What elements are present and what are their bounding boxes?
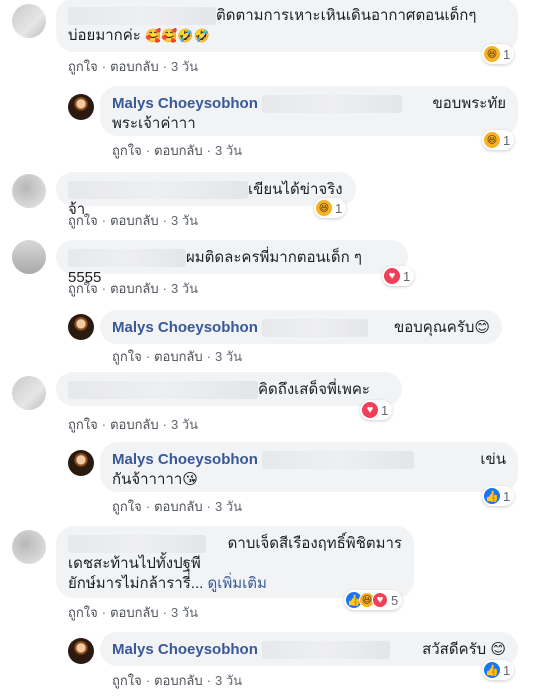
reply-link[interactable]: ตอบกลับ: [154, 673, 203, 688]
timestamp[interactable]: 3 วัน: [215, 673, 242, 688]
like-link[interactable]: ถูกใจ: [68, 59, 98, 74]
redacted-name: [68, 181, 248, 200]
reply-bubble: Malys Choeysobhon สวัสดีครับ 😊: [100, 632, 518, 666]
commenter-avatar[interactable]: [12, 376, 46, 410]
timestamp[interactable]: 3 วัน: [215, 143, 242, 158]
redacted-name: [68, 249, 186, 268]
see-more-link[interactable]: ดูเพิ่มเติม: [207, 575, 266, 592]
timestamp[interactable]: 3 วัน: [171, 605, 198, 620]
reaction-summary[interactable]: 👍 1: [482, 660, 515, 680]
love-icon: ♥: [362, 402, 378, 418]
love-icon: ♥: [372, 592, 388, 608]
reply-bubble: Malys Choeysobhon ขอบพระทัย พระเจ้าค่าาา: [100, 86, 518, 136]
comment-bubble: คิดถึงเสด็จพี่เพคะ: [56, 372, 402, 406]
like-link[interactable]: ถูกใจ: [68, 605, 98, 620]
like-link[interactable]: ถูกใจ: [68, 281, 98, 296]
malys-avatar[interactable]: [68, 94, 94, 120]
comment-text: ยักษ์มารไม่กล้ารารี่...: [68, 575, 204, 592]
comment-text: สวัสดีครับ 😊: [422, 641, 506, 658]
commenter-avatar[interactable]: [12, 174, 46, 208]
comment-text: ติดตามการเหาะเหินเดินอากาศตอนเด็กๆ: [216, 7, 477, 24]
malys-avatar[interactable]: [68, 638, 94, 664]
comment-bubble: เขียนได้ข่าจริงจ้า: [56, 172, 356, 218]
comment-bubble: ผมติดละครพี่มากตอนเด็ก ๆ 5555: [56, 240, 408, 286]
reaction-summary[interactable]: ♥ 1: [360, 400, 393, 420]
like-link[interactable]: ถูกใจ: [68, 417, 98, 432]
redacted-name: [262, 319, 369, 338]
comment-actions: ถูกใจ · ตอบกลับ · 3 วัน: [68, 213, 199, 228]
comment-bubble: ติดตามการเหาะเหินเดินอากาศตอนเด็กๆ บ่อยม…: [56, 0, 518, 52]
timestamp[interactable]: 3 วัน: [171, 417, 198, 432]
commenter-avatar[interactable]: [12, 240, 46, 274]
reaction-summary[interactable]: 👍 1: [482, 486, 515, 506]
commenter-name[interactable]: Malys Choeysobhon: [112, 95, 258, 112]
redacted-name: [262, 95, 403, 114]
redacted-name: [262, 641, 391, 660]
reaction-summary[interactable]: 👍 😆 ♥ 5: [344, 590, 403, 610]
like-link[interactable]: ถูกใจ: [68, 213, 98, 228]
like-link[interactable]: ถูกใจ: [112, 143, 142, 158]
comment-actions: ถูกใจ · ตอบกลับ · 3 วัน: [112, 499, 243, 514]
comment-actions: ถูกใจ · ตอบกลับ · 3 วัน: [112, 143, 243, 158]
comment-bubble: ดาบเจ็ดสีเรืองฤทธิ์พิชิตมาร เดชสะท้านไปท…: [56, 526, 414, 598]
comment-text: พระเจ้าค่าาา: [112, 115, 196, 132]
reply-link[interactable]: ตอบกลับ: [154, 143, 203, 158]
reply-bubble: Malys Choeysobhon เข่น กันจ้าาาาา😘: [100, 442, 518, 492]
reply-link[interactable]: ตอบกลับ: [110, 417, 159, 432]
comment-text: คิดถึงเสด็จพี่เพคะ: [258, 381, 370, 398]
like-icon: 👍: [484, 488, 500, 504]
reaction-summary[interactable]: 😆 1: [482, 44, 515, 64]
redacted-name: [68, 7, 216, 26]
comment-emojis: 🥰🥰🤣🤣: [144, 28, 210, 43]
reply-link[interactable]: ตอบกลับ: [110, 213, 159, 228]
commenter-name[interactable]: Malys Choeysobhon: [112, 641, 258, 658]
love-icon: ♥: [384, 268, 400, 284]
haha-icon: 😆: [484, 132, 500, 148]
comment-actions: ถูกใจ · ตอบกลับ · 3 วัน: [68, 59, 199, 74]
timestamp[interactable]: 3 วัน: [171, 213, 198, 228]
reaction-summary[interactable]: 😆 1: [482, 130, 515, 150]
reply-link[interactable]: ตอบกลับ: [110, 59, 159, 74]
reaction-summary[interactable]: ♥ 1: [382, 266, 415, 286]
redacted-name: [68, 381, 258, 400]
commenter-avatar[interactable]: [12, 4, 46, 38]
reply-link[interactable]: ตอบกลับ: [154, 499, 203, 514]
malys-avatar[interactable]: [68, 450, 94, 476]
haha-icon: 😆: [484, 46, 500, 62]
comment-text: ขอบพระทัย: [432, 95, 506, 112]
like-link[interactable]: ถูกใจ: [112, 499, 142, 514]
comment-actions: ถูกใจ · ตอบกลับ · 3 วัน: [112, 673, 243, 688]
reply-link[interactable]: ตอบกลับ: [154, 349, 203, 364]
reply-link[interactable]: ตอบกลับ: [110, 605, 159, 620]
redacted-name: [262, 451, 415, 470]
timestamp[interactable]: 3 วัน: [215, 349, 242, 364]
haha-icon: 😆: [316, 200, 332, 216]
commenter-name[interactable]: Malys Choeysobhon: [112, 451, 258, 468]
comment-text: ดาบเจ็ดสีเรืองฤทธิ์พิชิตมาร: [227, 535, 402, 552]
comment-actions: ถูกใจ · ตอบกลับ · 3 วัน: [68, 417, 199, 432]
commenter-avatar[interactable]: [12, 530, 46, 564]
like-link[interactable]: ถูกใจ: [112, 673, 142, 688]
timestamp[interactable]: 3 วัน: [171, 281, 198, 296]
timestamp[interactable]: 3 วัน: [171, 59, 198, 74]
timestamp[interactable]: 3 วัน: [215, 499, 242, 514]
like-icon: 👍: [484, 662, 500, 678]
comment-actions: ถูกใจ · ตอบกลับ · 3 วัน: [68, 281, 199, 296]
commenter-name[interactable]: Malys Choeysobhon: [112, 319, 258, 336]
comment-actions: ถูกใจ · ตอบกลับ · 3 วัน: [68, 605, 199, 620]
reaction-summary[interactable]: 😆 1: [314, 198, 347, 218]
reply-link[interactable]: ตอบกลับ: [110, 281, 159, 296]
comment-actions: ถูกใจ · ตอบกลับ · 3 วัน: [112, 349, 243, 364]
comment-text: บ่อยมากค่ะ: [68, 27, 141, 44]
comment-text: เข่น: [480, 451, 506, 468]
comment-text: กันจ้าาาาา😘: [112, 471, 198, 488]
comment-text: ขอบคุณครับ😊: [394, 319, 490, 336]
like-link[interactable]: ถูกใจ: [112, 349, 142, 364]
redacted-name: [68, 535, 206, 554]
reply-bubble: Malys Choeysobhon ขอบคุณครับ😊: [100, 310, 502, 344]
comment-text: เดชสะท้านไปทั้งปฐพี: [68, 555, 201, 572]
malys-avatar[interactable]: [68, 314, 94, 340]
